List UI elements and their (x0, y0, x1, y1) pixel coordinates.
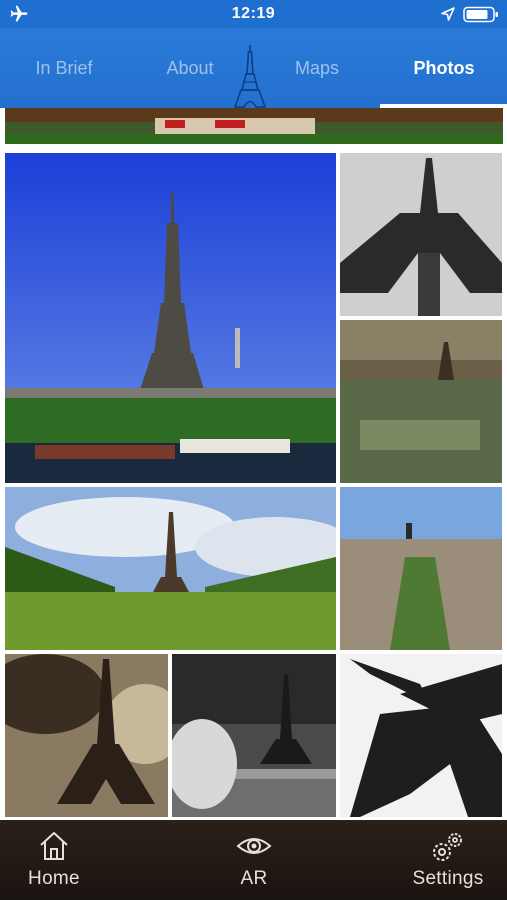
photo-tile[interactable] (5, 487, 336, 650)
tab-maps[interactable]: Maps (282, 58, 352, 88)
nav-ar[interactable]: AR (214, 820, 294, 900)
photo-tile[interactable] (340, 654, 502, 817)
photo-tile[interactable] (172, 654, 336, 817)
photo-tile[interactable] (5, 108, 503, 150)
photo-tile[interactable] (340, 487, 502, 650)
status-bar: 12:19 (0, 0, 507, 28)
nav-home-label: Home (28, 868, 80, 889)
nav-ar-label: AR (240, 868, 268, 889)
photo-tile[interactable] (5, 654, 168, 817)
nav-home[interactable]: Home (14, 820, 94, 900)
photo-tile[interactable] (340, 320, 502, 483)
bottom-nav: Home AR Settings (0, 820, 507, 900)
status-time: 12:19 (231, 5, 276, 22)
tab-about[interactable]: About (152, 58, 228, 88)
battery-icon (463, 6, 498, 23)
location-arrow-icon (441, 7, 455, 21)
nav-settings-label: Settings (412, 868, 484, 889)
tab-photos[interactable]: Photos (396, 58, 492, 88)
photo-tile[interactable] (340, 153, 502, 316)
photo-gallery (0, 108, 507, 820)
gears-icon (433, 833, 462, 861)
nav-settings[interactable]: Settings (396, 820, 500, 900)
tab-header: In Brief About Maps Photos (0, 28, 507, 108)
home-icon (40, 832, 68, 860)
eye-icon (236, 838, 272, 854)
photo-tile[interactable] (5, 153, 336, 483)
tab-in-brief[interactable]: In Brief (20, 58, 108, 88)
eiffel-tower-logo-icon (234, 45, 266, 108)
